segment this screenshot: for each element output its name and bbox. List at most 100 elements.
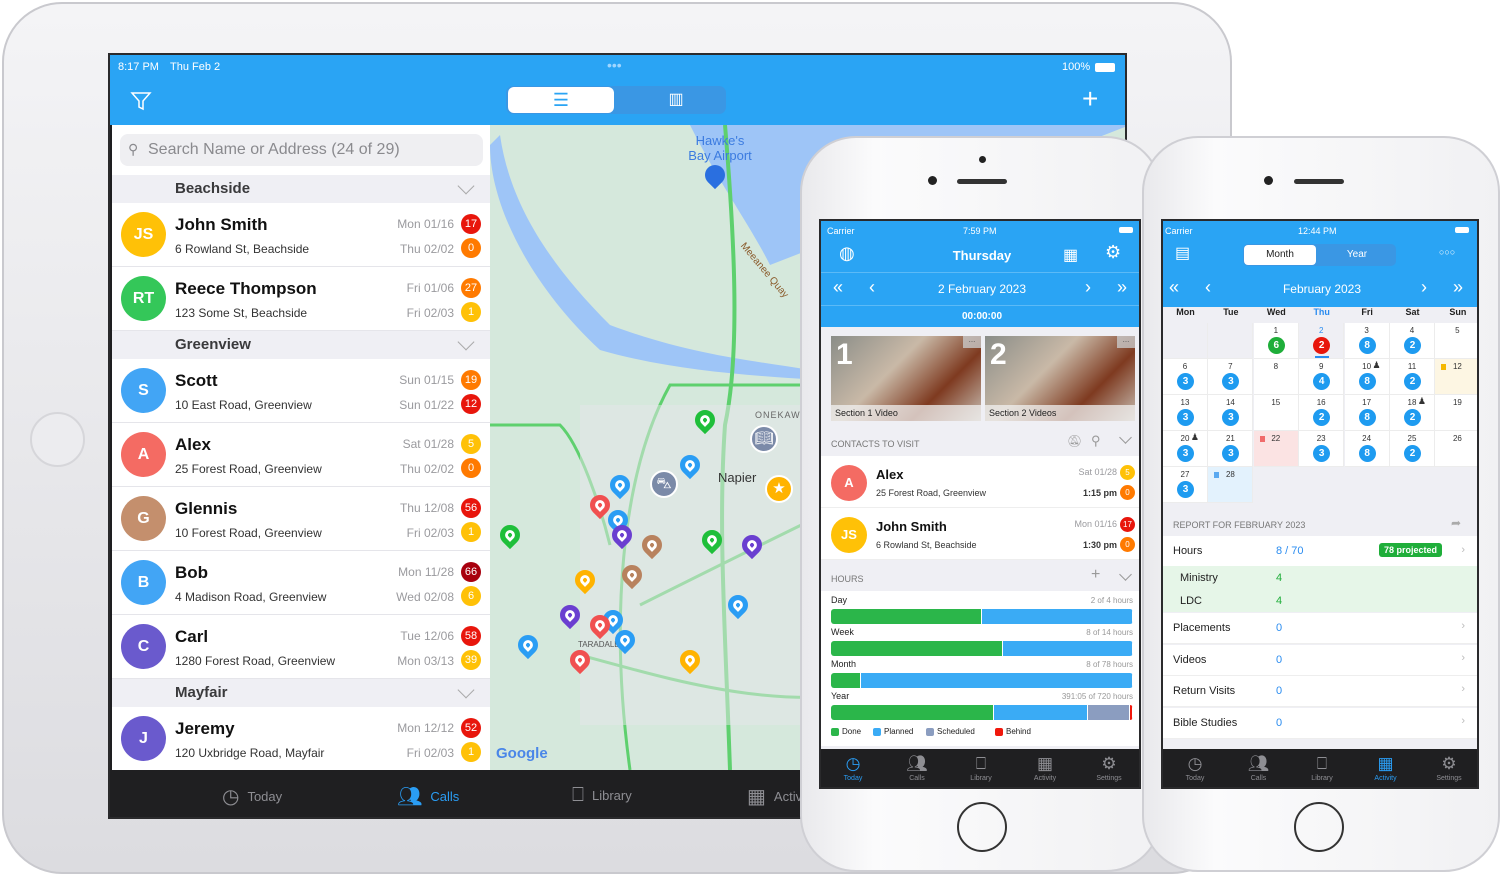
calendar-day[interactable]: 17 8 — [1344, 395, 1390, 431]
plus-icon[interactable]: + — [1091, 566, 1100, 584]
calendar-icon[interactable]: ▦ — [1063, 245, 1078, 265]
calendar-day[interactable]: 19 — [1435, 395, 1477, 431]
double-chevron-right-icon[interactable]: » — [1117, 277, 1127, 298]
calendar-day[interactable]: 28 — [1208, 467, 1254, 503]
tab-today[interactable]: ◷ Today — [222, 784, 282, 809]
chevron-down-icon[interactable] — [1119, 568, 1132, 581]
report-row[interactable]: Placements 0 › — [1163, 613, 1477, 644]
tab-activity[interactable]: ▦ Activity — [1354, 753, 1418, 782]
call-row[interactable]: J Jeremy 120 Uxbridge Road, Mayfair Mon 12/… — [112, 707, 490, 770]
call-row[interactable]: C Carl 1280 Forest Road, Greenview Tue 12/0… — [112, 615, 490, 679]
calendar-day[interactable]: 12 — [1435, 359, 1477, 395]
calendar-day[interactable]: 25 2 — [1390, 431, 1435, 467]
chevron-right-icon[interactable]: › — [1421, 277, 1427, 298]
section-header-beachside[interactable]: Beachside — [112, 175, 490, 203]
report-icon[interactable]: ▤ — [1175, 243, 1190, 263]
status-battery: 100% — [1062, 61, 1091, 73]
more-icon[interactable]: ○○○ — [1439, 247, 1455, 257]
star-pin-icon[interactable]: ★ — [765, 475, 793, 503]
segment-month[interactable]: Month — [1244, 245, 1316, 265]
car-pin-icon[interactable]: ⛍ — [650, 470, 678, 498]
tab-calls[interactable]: 👥︎ Calls — [885, 753, 949, 782]
calendar-day[interactable]: 42 — [1390, 323, 1435, 359]
calendar-day[interactable]: 5 — [1435, 323, 1477, 359]
map-icon[interactable]: ▥ — [646, 87, 706, 113]
bell-off-icon[interactable]: 🔕︎ — [1067, 434, 1082, 448]
calendar-day[interactable]: 20 3 ♟ — [1163, 431, 1208, 467]
report-row[interactable]: Bible Studies 0 › — [1163, 707, 1477, 739]
double-chevron-right-icon[interactable]: » — [1453, 277, 1463, 298]
calendar-day[interactable]: 14 3 — [1208, 395, 1254, 431]
calendar-day[interactable]: 13 3 — [1163, 395, 1208, 431]
calendar-day[interactable]: 11 2 — [1390, 359, 1435, 395]
funnel-icon[interactable] — [130, 90, 152, 112]
last-visit-date: Sun 01/15 — [399, 373, 454, 387]
tab-library[interactable]: ⎕ Library — [949, 753, 1013, 782]
library-pin-icon[interactable]: 📖︎ — [750, 425, 778, 453]
call-row[interactable]: RT Reece Thompson 123 Some St, Beachside Fr… — [112, 267, 490, 331]
calendar-day[interactable]: 24 8 — [1344, 431, 1390, 467]
tab-today[interactable]: ◷ Today — [821, 753, 885, 782]
tab-activity[interactable]: ▦ Activity — [1013, 753, 1077, 782]
calendar-day[interactable]: 73 — [1208, 359, 1254, 395]
report-row[interactable]: Videos 0 › — [1163, 644, 1477, 676]
calendar-day[interactable]: 26 — [1435, 431, 1477, 467]
person-icon: ♟ — [1417, 396, 1426, 406]
calendar-day[interactable]: 16 2 — [1299, 395, 1345, 431]
home-button[interactable] — [957, 802, 1007, 852]
more-icon[interactable]: ... — [1117, 336, 1135, 348]
more-icon[interactable]: ... — [963, 336, 981, 348]
call-row[interactable]: JS John Smith 6 Rowland St, Beachside Mon 0… — [112, 203, 490, 267]
tab-today[interactable]: ◷ Today — [1163, 753, 1227, 782]
calendar-day[interactable]: 23 3 — [1299, 431, 1345, 467]
calendar-day[interactable]: 16 — [1253, 323, 1299, 359]
segment-year[interactable]: Year — [1321, 245, 1393, 265]
tab-calls[interactable]: 👥︎ Calls — [1227, 753, 1291, 782]
camera — [1264, 176, 1273, 185]
chevron-down-icon[interactable] — [1119, 431, 1132, 444]
home-button[interactable] — [30, 412, 85, 467]
call-row[interactable]: A Alex 25 Forest Road, Greenview Sat 01/28 T… — [112, 423, 490, 487]
contact-row[interactable]: A Alex 25 Forest Road, Greenview Sat 01/28 1… — [821, 456, 1139, 508]
calendar-day[interactable]: 22 — [1253, 431, 1299, 467]
tab-calls[interactable]: 👥︎ Calls — [397, 784, 459, 809]
contact-name: Bob — [175, 563, 209, 582]
calendar-day[interactable]: 38 — [1344, 323, 1390, 359]
search-icon[interactable]: ⚲ — [1091, 433, 1101, 449]
video-card[interactable]: 1 Section 1 Video... — [831, 336, 981, 421]
call-row[interactable]: S Scott 10 East Road, Greenview Sun 01/15 Su… — [112, 359, 490, 423]
share-icon[interactable]: ➦ — [1451, 516, 1461, 530]
multitask-dots-icon[interactable]: ••• — [607, 57, 622, 73]
day-number: 14 — [1225, 398, 1235, 407]
calendar-day[interactable]: 22 — [1299, 323, 1345, 359]
calendar-day[interactable]: 18 2 ♟ — [1390, 395, 1435, 431]
calendar-day[interactable]: 63 — [1163, 359, 1208, 395]
calendar-day[interactable]: 8 — [1253, 359, 1299, 395]
gear-icon[interactable]: ⚙ — [1105, 242, 1121, 263]
call-row[interactable]: G Glennis 10 Forest Road, Greenview Thu 12/… — [112, 487, 490, 551]
timer[interactable]: 00:00:00 — [821, 311, 1139, 322]
list-icon[interactable]: ☰ — [508, 87, 614, 113]
call-row[interactable]: B Bob 4 Madison Road, Greenview Mon 11/28 We… — [112, 551, 490, 615]
section-header-mayfair[interactable]: Mayfair — [112, 679, 490, 707]
home-button[interactable] — [1294, 802, 1344, 852]
contact-name: John Smith — [175, 215, 268, 234]
tab-settings[interactable]: ⚙ Settings — [1077, 753, 1139, 782]
calendar-day[interactable]: 27 3 — [1163, 467, 1208, 503]
plus-icon[interactable]: + — [1082, 83, 1098, 115]
calendar-day[interactable]: 10 8 ♟ — [1344, 359, 1390, 395]
calendar-day[interactable]: 15 — [1253, 395, 1299, 431]
search-input[interactable]: Search Name or Address (24 of 29) — [120, 134, 483, 166]
contact-row[interactable]: JS John Smith 6 Rowland St, Beachside Mon 0… — [821, 508, 1139, 560]
tab-settings[interactable]: ⚙ Settings — [1417, 753, 1477, 782]
search-icon: ⚲ — [128, 141, 139, 157]
section-header-greenview[interactable]: Greenview — [112, 331, 490, 359]
calendar-day[interactable]: 21 3 — [1208, 431, 1254, 467]
chevron-right-icon[interactable]: › — [1085, 277, 1091, 298]
calendar-day[interactable]: 94 — [1299, 359, 1345, 395]
tab-library[interactable]: ⎕ Library — [572, 784, 632, 807]
report-row[interactable]: Return Visits 0 › — [1163, 676, 1477, 707]
tab-library[interactable]: ⎕ Library — [1290, 753, 1354, 782]
video-card[interactable]: 2 Section 2 Videos... — [985, 336, 1135, 421]
report-row-hours[interactable]: Hours 8 / 70 78 projected › — [1163, 536, 1477, 566]
